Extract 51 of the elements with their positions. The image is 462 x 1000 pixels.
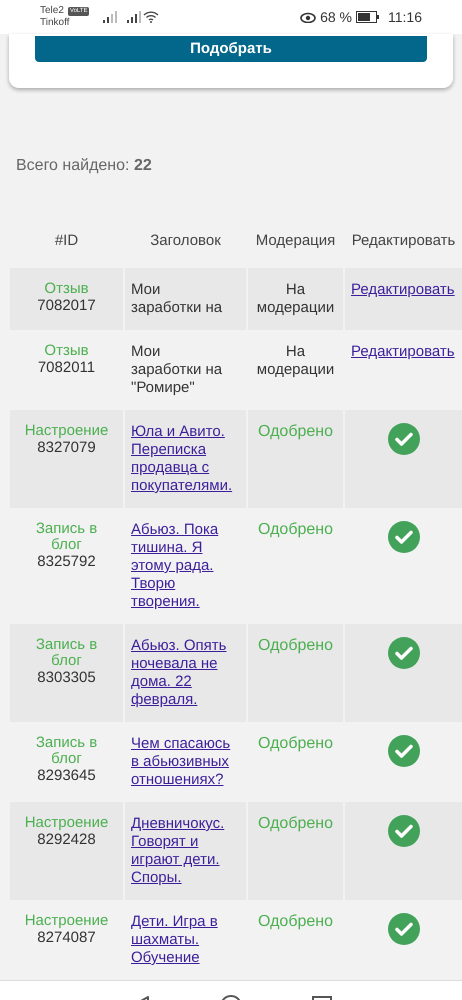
clock: 11:16 [388,8,422,26]
moderation-status: Одобрено [258,913,334,932]
battery-percent: 68 % [320,8,352,26]
post-id: 8292428 [37,831,96,849]
submit-button[interactable]: Подобрать [35,36,427,62]
check-circle-icon [388,521,420,553]
post-type: Запись в блог [34,735,98,767]
post-title: Мои заработки на [131,281,224,317]
moderation-status: На модерации [256,343,336,380]
column-header: Редактировать [350,231,456,251]
moderation-status: Одобрено [258,423,334,442]
post-id: 7082011 [38,359,96,377]
signal-icon [103,11,118,23]
post-title-link[interactable]: Дети. Игра в шахматы. Обучение [131,913,234,967]
total-count: Всего найдено: 22 [16,156,153,176]
post-id: 8274087 [37,929,96,947]
moderation-status: Одобрено [258,815,334,834]
post-type: Настроение [24,913,108,929]
column-header: Заголовок [149,231,222,251]
post-title-link[interactable]: Абьюз. Пока тишина. Я этому рада. Творю творения. [131,521,234,611]
post-id: 8325792 [37,553,96,571]
post-type: Настроение [24,815,108,831]
check-circle-icon [388,637,420,669]
post-type: Запись в блог [34,521,98,553]
eye-icon [300,11,316,23]
post-type: Настроение [24,423,108,439]
moderation-status: Одобрено [258,735,334,754]
moderation-status: На модерации [256,281,336,317]
battery-icon [356,11,380,23]
check-circle-icon [388,735,420,767]
post-id: 8303305 [37,669,96,687]
moderation-status: Одобрено [258,521,334,540]
carrier-label: Tinkoff [40,17,70,29]
post-id: 8293645 [37,767,96,785]
check-circle-icon [388,815,420,847]
carrier-label: Tele2 [40,5,64,17]
post-id: 8327079 [37,439,96,457]
wifi-icon [143,11,160,23]
moderation-status: Одобрено [258,637,334,656]
column-header: Модерация [254,231,336,251]
post-title: Мои заработки на "Ромире" [131,343,224,397]
post-type: Отзыв [44,343,89,359]
column-header: #ID [54,231,80,251]
edit-link[interactable]: Редактировать [345,343,462,361]
post-title-link[interactable]: Чем спасаюсь в абьюзивных отношениях? [131,735,234,789]
post-type: Запись в блог [34,637,98,669]
signal-icon [127,11,142,23]
check-circle-icon [388,423,420,455]
post-id: 7082017 [37,297,96,315]
post-type: Отзыв [44,281,89,297]
check-circle-icon [388,913,420,945]
